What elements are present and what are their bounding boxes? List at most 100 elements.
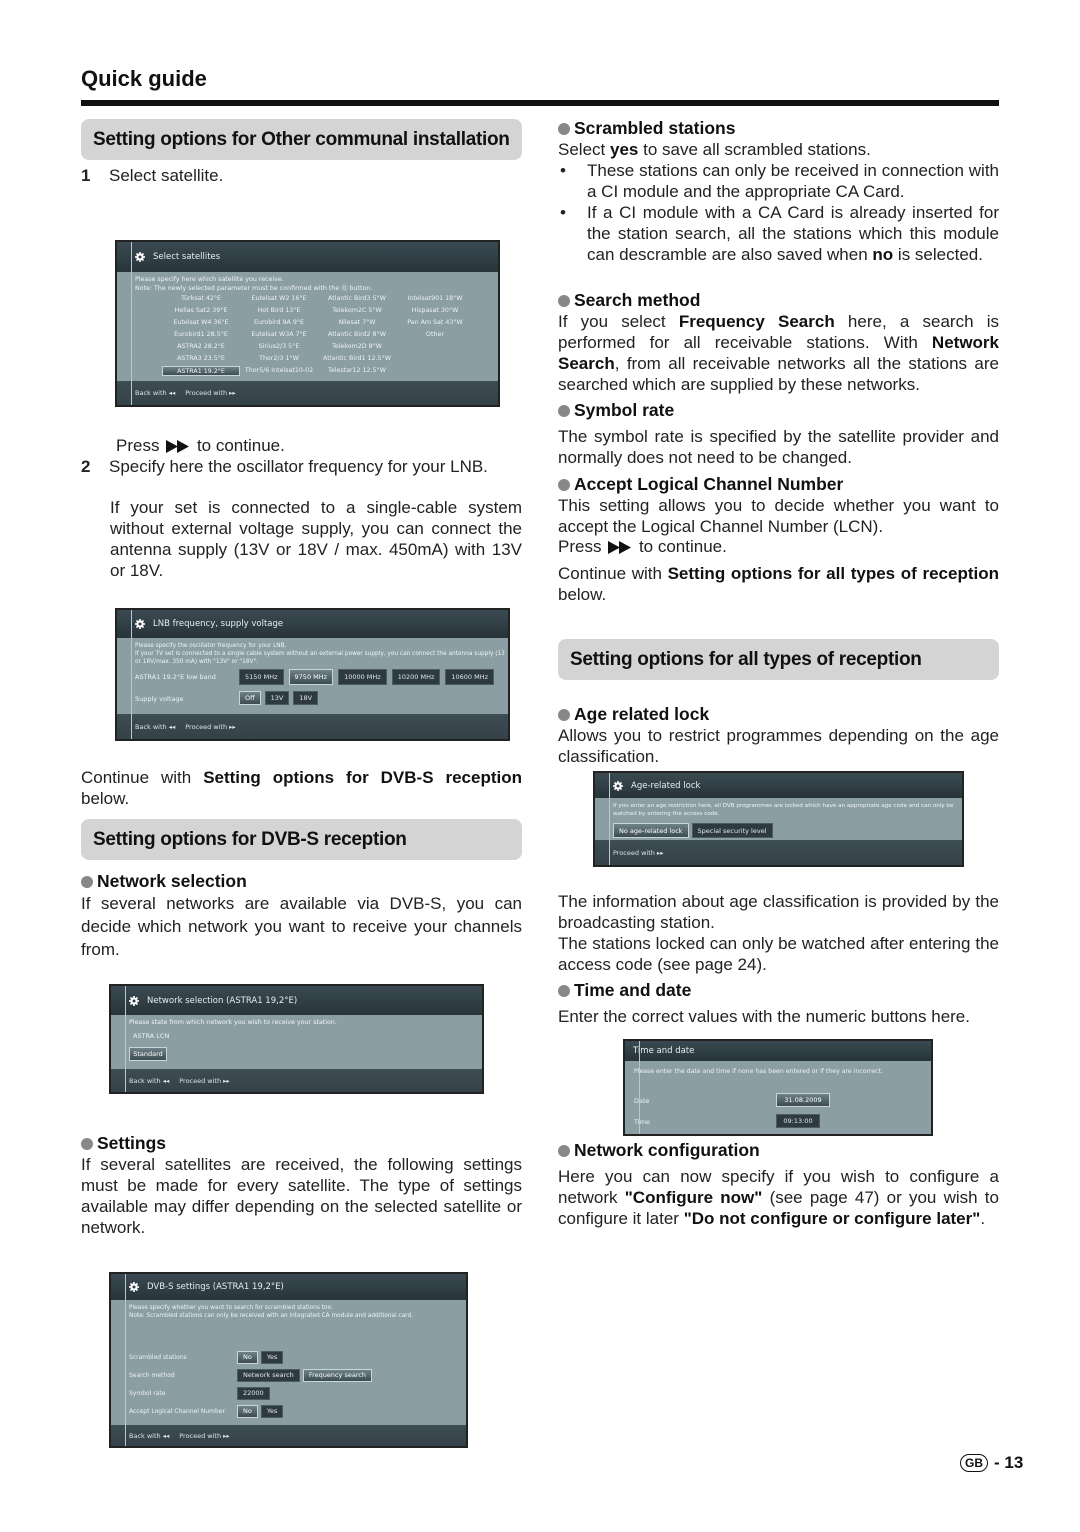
option-button[interactable]: 13V (264, 691, 290, 705)
bullet-dot-icon (558, 984, 570, 997)
setting-options: No Yes (237, 1404, 284, 1418)
time-input[interactable]: 09:13:00 (776, 1114, 820, 1128)
step-text: Select satellite. (109, 166, 224, 185)
heading-text: Symbol rate (574, 400, 675, 420)
heading-age-lock: Age related lock (558, 704, 709, 725)
proceed-hint: Proceed with ▸▸ (179, 1076, 230, 1085)
option-button[interactable]: Frequency search (302, 1368, 373, 1382)
bullet-item: These stations can only be received in c… (558, 160, 999, 202)
link-text: Setting options for DVB-S reception (203, 768, 522, 787)
bullet-dot-icon (558, 294, 570, 307)
note-line: Please specify whether you want to searc… (129, 1305, 333, 1311)
section-heading-other-communal: Setting options for Other communal insta… (81, 119, 522, 160)
press-text: Press (116, 436, 160, 455)
gear-icon (135, 619, 145, 629)
satellite-option[interactable]: Sirius2/3 5°E (240, 342, 318, 352)
time-date-text: Enter the correct values with the numeri… (558, 1007, 970, 1026)
setting-label: Search method (129, 1371, 175, 1379)
option-button[interactable]: Yes (260, 1404, 284, 1418)
date-input[interactable]: 31.08.2009 (776, 1093, 830, 1107)
setting-options: Network search Frequency search (237, 1368, 373, 1382)
satellite-option[interactable]: Telekom2C 5°W (318, 306, 396, 316)
satellite-option[interactable]: Eurobird 9A 9°E (240, 318, 318, 328)
setting-options: 22000 (237, 1386, 270, 1400)
proceed-hint: Proceed with ▸▸ (179, 1431, 230, 1440)
satellite-option[interactable]: Atlantic Bird1 12.5°W (318, 354, 396, 364)
satellite-option[interactable]: ASTRA1 19.2°E (162, 366, 240, 376)
proceed-hint: Proceed with ▸▸ (613, 848, 664, 857)
band-label: ASTRA1 19.2°E low band (135, 673, 216, 681)
text: . (980, 1209, 986, 1228)
satellite-option[interactable]: Eurobird1 28.5°E (162, 330, 240, 340)
frequency-options: 5150 MHz 9750 MHz 10000 MHz 10200 MHz 10600 … (239, 669, 495, 685)
satellite-option[interactable]: Other (396, 330, 474, 340)
page-number-text: - 13 (994, 1453, 1024, 1472)
satellite-option[interactable]: Intelsat901 18°W (396, 294, 474, 304)
satellite-option[interactable]: Telestar12 12.5°W (318, 366, 396, 376)
heading-scrambled-stations: Scrambled stations (558, 118, 735, 139)
satellite-option[interactable]: ASTRA2 28.2°E (162, 342, 240, 352)
settings-rows: Scrambled stations No Yes Search method Netw… (129, 1348, 459, 1420)
note-line: Note: Scrambled stations can only be rec… (129, 1313, 413, 1319)
heading-symbol-rate: Symbol rate (558, 400, 674, 421)
option-button[interactable]: 18V (293, 691, 319, 705)
satellite-option[interactable]: Telekom2D 8°W (318, 342, 396, 352)
heading-network-config: Network configuration (558, 1140, 760, 1161)
heading-text: Network selection (97, 871, 247, 891)
option-button[interactable]: Yes (260, 1350, 284, 1364)
satellite-option[interactable]: Thor2/3 1°W (240, 354, 318, 364)
option-button[interactable]: Network search (237, 1368, 300, 1382)
option-button[interactable]: Special security level (691, 823, 773, 838)
search-method-text: If you select Frequency Search here, a s… (558, 311, 999, 395)
satellite-option[interactable]: Hellas Sat2 39°E (162, 306, 240, 316)
option-button[interactable]: No (237, 1404, 258, 1418)
option-button[interactable]: 10600 MHz (445, 669, 495, 685)
step-text: Specify here the oscillator frequency fo… (109, 457, 488, 476)
screen-header: Age-related lock (595, 773, 962, 798)
option-button[interactable]: No age-related lock (613, 823, 689, 838)
heading-text: Scrambled stations (574, 118, 736, 138)
standard-option-button[interactable]: Standard (129, 1047, 167, 1061)
fast-forward-icon (166, 440, 190, 454)
page-number: GB - 13 (960, 1453, 1023, 1473)
text: Continue with (558, 564, 662, 583)
satellite-option[interactable]: Eutelsat W3A 7°E (240, 330, 318, 340)
setting-options: No Yes (237, 1350, 284, 1364)
screen-title: Network selection (ASTRA1 19,2°E) (147, 995, 298, 1006)
heading-text: Accept Logical Channel Number (574, 474, 844, 494)
option-button[interactable]: Off (239, 691, 261, 705)
settings-row: Search method Network search Frequency sea… (129, 1366, 459, 1384)
satellite-option[interactable]: Atlantic Bird2 8°W (318, 330, 396, 340)
satellite-option[interactable]: ASTRA3 23.5°E (162, 354, 240, 364)
bullet-dot-icon (81, 875, 93, 888)
press-to-continue-1: Press to continue. (116, 435, 285, 456)
satellite-option[interactable]: Türksat 42°E (162, 294, 240, 304)
symbol-rate-text: The symbol rate is specified by the sate… (558, 427, 999, 467)
satellite-option[interactable]: Eutelsat W4 36°E (162, 318, 240, 328)
text-bold: no (872, 245, 894, 264)
satellite-option[interactable]: Hispasat 30°W (396, 306, 474, 316)
option-button[interactable]: 10200 MHz (391, 669, 441, 685)
option-button[interactable]: 10000 MHz (338, 669, 387, 685)
note-line: Please specify here which satellite you … (135, 276, 284, 283)
satellite-option[interactable]: Pan Am Sat 43°W (396, 318, 474, 328)
continue-all-types-text: Continue with Setting options for all ty… (558, 563, 999, 605)
screen-title: Age-related lock (631, 780, 701, 791)
proceed-hint: Proceed with ▸▸ (185, 389, 236, 397)
satellite-option[interactable]: Eutelsat W2 16°E (240, 294, 318, 304)
heading-text: Search method (574, 290, 701, 310)
option-button[interactable]: No (237, 1350, 258, 1364)
option-button[interactable]: 22000 (237, 1386, 270, 1400)
option-button[interactable]: 5150 MHz (239, 669, 284, 685)
step-number: 2 (81, 457, 91, 476)
satellite-option[interactable]: Hot Bird 13°E (240, 306, 318, 316)
satellite-option[interactable]: Nilesat 7°W (318, 318, 396, 328)
section-heading-dvbs: Setting options for DVB-S reception (81, 819, 522, 860)
satellite-option[interactable]: Atlantic Bird3 5°W (318, 294, 396, 304)
option-button[interactable]: 9750 MHz (288, 669, 334, 685)
screen-header: Time and date (625, 1041, 931, 1061)
link-text: Setting options for all types of recepti… (667, 564, 999, 583)
satellite-option[interactable]: Thor5/6 Intelsat10-02 (240, 366, 318, 376)
screen-note: Please specify whether you want to searc… (111, 1300, 466, 1320)
lcn-text: This setting allows you to decide whethe… (558, 496, 999, 536)
